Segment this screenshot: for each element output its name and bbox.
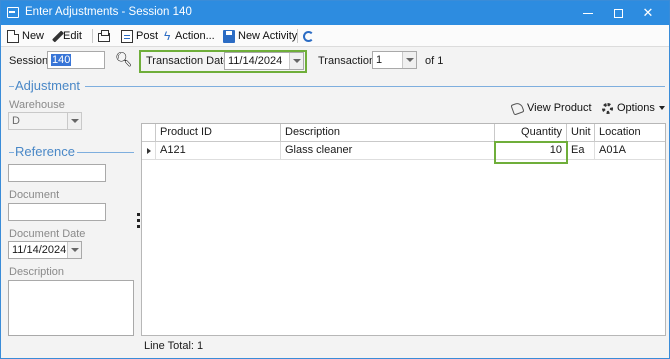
column-header-product-id[interactable]: Product ID (156, 124, 281, 142)
transaction-date-value: 11/14/2024 (228, 55, 283, 67)
minimize-button[interactable] (574, 3, 602, 23)
warehouse-label: Warehouse (9, 99, 65, 111)
divider (9, 152, 14, 153)
lightning-icon: ϟ (164, 28, 171, 43)
document-input[interactable] (8, 203, 106, 221)
maximize-icon (613, 9, 623, 19)
divider (85, 86, 665, 87)
description-label: Description (9, 266, 65, 278)
post-button[interactable]: Post (121, 28, 158, 44)
adjustment-section-title: Adjustment (15, 78, 81, 93)
post-label: Post (136, 30, 159, 42)
options-label: Options (617, 102, 655, 114)
window-title: Enter Adjustments - Session 140 (25, 6, 192, 18)
table-cell-unit[interactable]: Ea (567, 142, 595, 160)
line-total: Line Total: 1 (144, 340, 204, 352)
divider (9, 86, 14, 87)
view-product-label: View Product (527, 102, 592, 114)
session-value: 140 (51, 54, 72, 66)
new-activity-label: New Activity (238, 30, 298, 42)
document-label: Document (9, 189, 60, 201)
session-label: Session (9, 55, 49, 67)
toolbar-separator (297, 29, 298, 43)
refresh-icon (303, 30, 314, 42)
action-button[interactable]: ϟ Action... (164, 28, 215, 44)
transaction-date-picker[interactable]: 11/14/2024 (224, 52, 304, 70)
row-selector-arrow-icon[interactable] (142, 142, 156, 160)
chevron-down-icon (658, 106, 665, 110)
table-cell-location[interactable]: A01A (595, 142, 665, 160)
toolbar-separator (92, 29, 93, 43)
transaction-label: Transaction (318, 55, 376, 67)
save-icon (223, 29, 235, 43)
new-label: New (22, 30, 45, 42)
close-button[interactable]: ✕ (634, 3, 662, 23)
new-activity-button[interactable]: New Activity (223, 28, 297, 44)
chevron-down-icon[interactable] (402, 52, 416, 68)
new-button[interactable]: New (7, 28, 44, 44)
window-app-icon (7, 7, 19, 18)
transaction-date-label: Transaction Date (146, 55, 230, 67)
column-header-unit[interactable]: Unit (567, 124, 595, 142)
column-header-location[interactable]: Location (595, 124, 665, 142)
minimize-icon (583, 13, 593, 15)
gear-icon (602, 102, 613, 114)
divider (77, 152, 134, 153)
print-button[interactable] (98, 28, 110, 44)
title-bar: Enter Adjustments - Session 140 ✕ (1, 1, 669, 25)
post-icon (121, 29, 133, 43)
document-date-picker[interactable]: 11/14/2024 (8, 241, 82, 259)
close-icon: ✕ (642, 5, 654, 20)
column-header-quantity[interactable]: Quantity (495, 124, 567, 142)
maximize-button[interactable] (604, 3, 632, 23)
adjustment-lines-grid: Product ID Description Quantity Unit Loc… (141, 123, 666, 336)
session-input[interactable]: 140 (47, 51, 105, 69)
printer-icon (98, 29, 110, 42)
description-textarea[interactable] (8, 280, 134, 336)
edit-button[interactable]: Edit (51, 28, 82, 44)
edit-label: Edit (63, 30, 82, 42)
splitter-handle[interactable] (137, 213, 140, 233)
transaction-select[interactable]: 1 (372, 51, 417, 69)
toolbar: New Edit Post ϟ Action... New Activity (1, 25, 669, 47)
document-date-value: 11/14/2024 (12, 244, 67, 256)
new-document-icon (7, 29, 19, 43)
quantity-highlight (494, 141, 568, 164)
view-product-button[interactable]: View Product (510, 100, 592, 116)
transaction-of-label: of 1 (425, 55, 444, 67)
table-cell-product-id[interactable]: A121 (156, 142, 281, 160)
chevron-down-icon[interactable] (289, 53, 303, 69)
transaction-value: 1 (376, 54, 383, 66)
row-header-corner (142, 124, 156, 142)
search-icon[interactable]: 🔍︎ (115, 51, 133, 68)
options-button[interactable]: Options (602, 102, 665, 114)
adjustments-window: Enter Adjustments - Session 140 ✕ New Ed… (0, 0, 670, 359)
table-cell-description[interactable]: Glass cleaner (281, 142, 495, 160)
chevron-down-icon[interactable] (67, 242, 81, 258)
chevron-down-icon[interactable] (67, 113, 81, 129)
warehouse-value: D (12, 115, 20, 127)
warehouse-select[interactable]: D (8, 112, 82, 130)
tag-icon (510, 100, 525, 116)
action-label: Action... (175, 30, 215, 42)
refresh-button[interactable] (303, 28, 314, 44)
reference-section-title: Reference (15, 144, 75, 159)
column-header-description[interactable]: Description (281, 124, 495, 142)
reference-input[interactable] (8, 164, 106, 182)
document-date-label: Document Date (9, 228, 86, 240)
